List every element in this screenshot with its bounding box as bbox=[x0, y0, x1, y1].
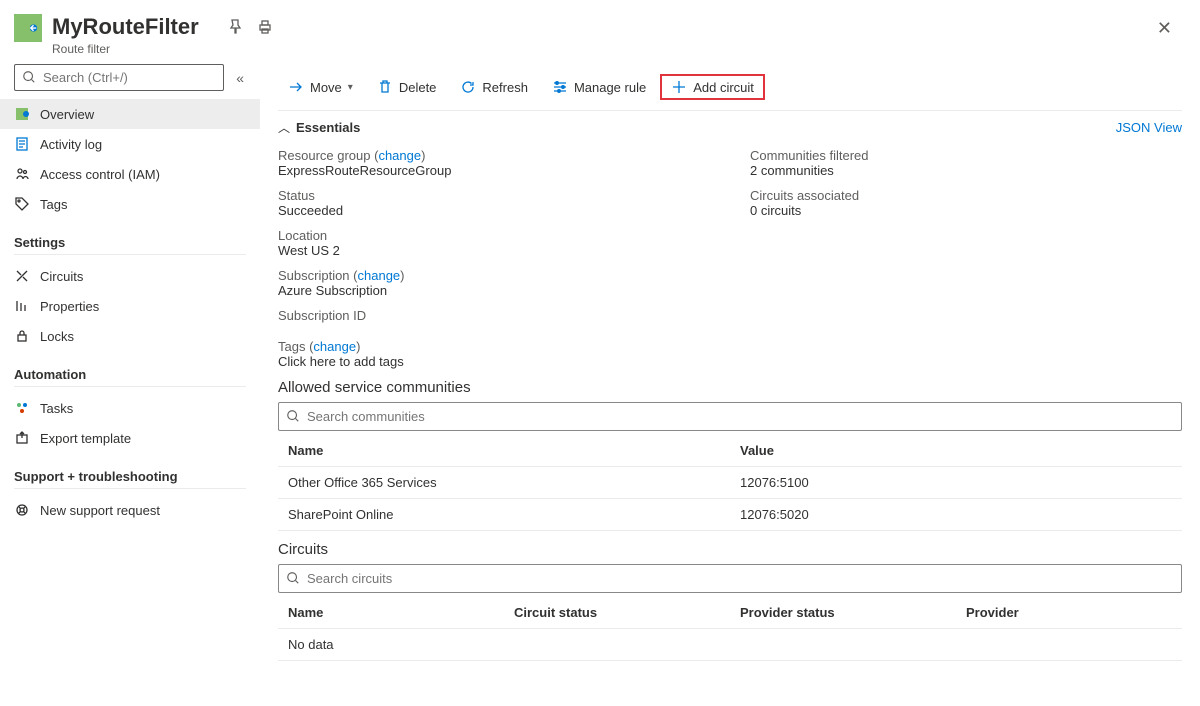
sidebar-item-overview[interactable]: Overview bbox=[0, 99, 260, 129]
delete-button[interactable]: Delete bbox=[367, 75, 447, 99]
sidebar-item-tasks[interactable]: Tasks bbox=[0, 393, 260, 423]
subscription-label: Subscription bbox=[278, 268, 350, 283]
sidebar-search[interactable] bbox=[14, 64, 224, 91]
status-label: Status bbox=[278, 188, 710, 203]
sidebar-item-properties[interactable]: Properties bbox=[0, 291, 260, 321]
subscription-value[interactable]: Azure Subscription bbox=[278, 283, 710, 298]
search-icon bbox=[286, 409, 300, 426]
essentials-title: Essentials bbox=[296, 120, 1116, 135]
trash-icon bbox=[377, 79, 393, 95]
refresh-icon bbox=[460, 79, 476, 95]
sidebar-item-label: Access control (IAM) bbox=[40, 167, 160, 182]
sidebar-item-label: Activity log bbox=[40, 137, 102, 152]
resource-icon bbox=[14, 14, 42, 42]
communities-section-title: Allowed service communities bbox=[278, 379, 1182, 396]
chevron-down-icon: ▾ bbox=[348, 82, 353, 93]
communities-filtered-value: 2 communities bbox=[750, 163, 1182, 178]
tags-icon bbox=[14, 196, 30, 212]
sidebar-item-new-support-request[interactable]: New support request bbox=[0, 495, 260, 525]
resource-group-change[interactable]: change bbox=[378, 148, 421, 163]
tasks-icon bbox=[14, 400, 30, 416]
sidebar-item-label: Overview bbox=[40, 107, 94, 122]
sidebar-item-label: Circuits bbox=[40, 269, 83, 284]
collapse-sidebar-icon[interactable]: « bbox=[232, 66, 248, 90]
sidebar-item-locks[interactable]: Locks bbox=[0, 321, 260, 351]
sidebar-item-label: Locks bbox=[40, 329, 74, 344]
manage-rule-button[interactable]: Manage rule bbox=[542, 75, 656, 99]
sidebar-item-label: Tags bbox=[40, 197, 67, 212]
circuits-col-provider[interactable]: Provider bbox=[956, 597, 1182, 629]
community-name: SharePoint Online bbox=[278, 499, 730, 531]
locks-icon bbox=[14, 328, 30, 344]
sidebar-item-access-control-iam-[interactable]: Access control (IAM) bbox=[0, 159, 260, 189]
resource-group-label: Resource group bbox=[278, 148, 371, 163]
iam-icon bbox=[14, 166, 30, 182]
sidebar-item-activity-log[interactable]: Activity log bbox=[0, 129, 260, 159]
resource-group-value[interactable]: ExpressRouteResourceGroup bbox=[278, 163, 710, 178]
circuits-col-name[interactable]: Name bbox=[278, 597, 504, 629]
search-icon bbox=[286, 571, 300, 588]
subscription-id-label: Subscription ID bbox=[278, 308, 710, 323]
move-button[interactable]: Move ▾ bbox=[278, 75, 363, 99]
status-value: Succeeded bbox=[278, 203, 710, 218]
sidebar-item-label: New support request bbox=[40, 503, 160, 518]
overview-icon bbox=[14, 106, 30, 122]
page-subtitle: Route filter bbox=[52, 42, 1149, 56]
tags-change[interactable]: change bbox=[313, 339, 356, 354]
circuits-section-title: Circuits bbox=[278, 541, 1182, 558]
circuits-associated-label: Circuits associated bbox=[750, 188, 1182, 203]
communities-col-value[interactable]: Value bbox=[730, 435, 1182, 467]
nav-group-header: Support + troubleshooting bbox=[14, 457, 246, 489]
community-value: 12076:5020 bbox=[730, 499, 1182, 531]
circuits-col-status[interactable]: Circuit status bbox=[504, 597, 730, 629]
essentials-toggle[interactable]: ︿ bbox=[278, 119, 290, 136]
sidebar: « Overview Activity log Access control (IA… bbox=[0, 64, 260, 706]
communities-col-name[interactable]: Name bbox=[278, 435, 730, 467]
nav-group-header: Settings bbox=[14, 223, 246, 255]
support-icon bbox=[14, 502, 30, 518]
export-icon bbox=[14, 430, 30, 446]
sidebar-item-export-template[interactable]: Export template bbox=[0, 423, 260, 453]
properties-icon bbox=[14, 298, 30, 314]
communities-filtered-label: Communities filtered bbox=[750, 148, 1182, 163]
print-icon[interactable] bbox=[257, 19, 273, 35]
sidebar-item-label: Tasks bbox=[40, 401, 73, 416]
circuits-search[interactable] bbox=[278, 564, 1182, 593]
toolbar: Move ▾ Delete Refresh Manage rule Add ci… bbox=[278, 64, 1182, 111]
circuits-col-provider-status[interactable]: Provider status bbox=[730, 597, 956, 629]
pin-icon[interactable] bbox=[227, 19, 243, 35]
sliders-icon bbox=[552, 79, 568, 95]
plus-icon bbox=[671, 79, 687, 95]
circuits-associated-value: 0 circuits bbox=[750, 203, 1182, 218]
table-row[interactable]: Other Office 365 Services12076:5100 bbox=[278, 467, 1182, 499]
community-name: Other Office 365 Services bbox=[278, 467, 730, 499]
refresh-button[interactable]: Refresh bbox=[450, 75, 538, 99]
sidebar-item-circuits[interactable]: Circuits bbox=[0, 261, 260, 291]
location-value: West US 2 bbox=[278, 243, 710, 258]
nav-group-header: Automation bbox=[14, 355, 246, 387]
location-label: Location bbox=[278, 228, 710, 243]
sidebar-item-tags[interactable]: Tags bbox=[0, 189, 260, 219]
circuits-table: Name Circuit status Provider status Prov… bbox=[278, 597, 1182, 629]
subscription-change[interactable]: change bbox=[358, 268, 401, 283]
tags-label: Tags bbox=[278, 339, 305, 354]
circuits-icon bbox=[14, 268, 30, 284]
sidebar-item-label: Properties bbox=[40, 299, 99, 314]
communities-table: Name Value Other Office 365 Services1207… bbox=[278, 435, 1182, 531]
circuits-no-data: No data bbox=[278, 629, 1182, 661]
communities-search[interactable] bbox=[278, 402, 1182, 431]
close-icon[interactable]: ✕ bbox=[1149, 14, 1180, 43]
table-row[interactable]: SharePoint Online12076:5020 bbox=[278, 499, 1182, 531]
arrow-right-icon bbox=[288, 79, 304, 95]
tags-add-link[interactable]: Click here to add tags bbox=[278, 354, 404, 369]
search-icon bbox=[22, 70, 36, 87]
page-title: MyRouteFilter bbox=[52, 14, 199, 40]
add-circuit-button[interactable]: Add circuit bbox=[660, 74, 765, 100]
community-value: 12076:5100 bbox=[730, 467, 1182, 499]
activity-icon bbox=[14, 136, 30, 152]
sidebar-item-label: Export template bbox=[40, 431, 131, 446]
json-view-link[interactable]: JSON View bbox=[1116, 120, 1182, 135]
